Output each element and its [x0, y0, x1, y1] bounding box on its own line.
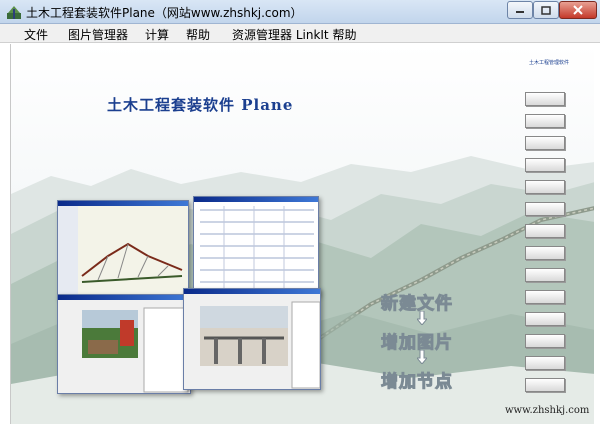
bridge-photo-preview [184, 294, 320, 389]
bridge-model-preview [58, 206, 188, 297]
side-button-11[interactable] [525, 312, 565, 326]
arrow-down-icon [417, 311, 427, 325]
minimize-button[interactable] [507, 1, 533, 19]
app-icon [7, 6, 21, 19]
website-url: www.zhshkj.com [505, 405, 590, 416]
screenshot-bridge-model [57, 200, 189, 298]
menu-help[interactable]: 帮助 [186, 26, 210, 43]
side-button-6[interactable] [525, 202, 565, 216]
main-content: 土木工程套装软件 Plane 土木工程管理软件 新建文件 增加图片 增加节点 w… [10, 44, 594, 424]
close-icon [573, 5, 583, 15]
title-bar: 土木工程套装软件Plane（网站www.zhshkj.com） [0, 0, 600, 24]
screenshot-photo-viewer [57, 294, 191, 394]
menu-calculate[interactable]: 计算 [145, 26, 169, 43]
side-button-14[interactable] [525, 378, 565, 392]
side-button-9[interactable] [525, 268, 565, 282]
side-button-10[interactable] [525, 290, 565, 304]
menu-image-manager[interactable]: 图片管理器 [68, 26, 128, 43]
screenshot-bridge-photo [183, 288, 321, 390]
close-button[interactable] [559, 1, 597, 19]
side-button-2[interactable] [525, 114, 565, 128]
arrow-down-icon [417, 350, 427, 364]
photo-viewer-preview [58, 300, 190, 393]
menu-bar: 文件 图片管理器 计算 帮助 资源管理器 LinkIt 帮助 [0, 24, 600, 43]
menu-file[interactable]: 文件 [24, 26, 48, 43]
side-button-7[interactable] [525, 224, 565, 238]
screenshot-data-table [193, 196, 319, 296]
window-title: 土木工程套装软件Plane（网站www.zhshkj.com） [26, 6, 303, 20]
maximize-button[interactable] [533, 1, 559, 19]
side-button-13[interactable] [525, 356, 565, 370]
page-title: 土木工程套装软件 Plane [107, 96, 294, 114]
workflow-step-add-node: 增加节点 [381, 372, 453, 393]
side-button-3[interactable] [525, 136, 565, 150]
minimize-icon [516, 11, 524, 13]
side-panel-header: 土木工程管理软件 [528, 60, 569, 66]
side-button-1[interactable] [525, 92, 565, 106]
side-button-4[interactable] [525, 158, 565, 172]
data-table-preview [194, 202, 318, 295]
side-button-12[interactable] [525, 334, 565, 348]
maximize-icon [541, 5, 551, 15]
side-button-8[interactable] [525, 246, 565, 260]
side-button-5[interactable] [525, 180, 565, 194]
menu-resource-manager[interactable]: 资源管理器 LinkIt 帮助 [232, 26, 356, 43]
